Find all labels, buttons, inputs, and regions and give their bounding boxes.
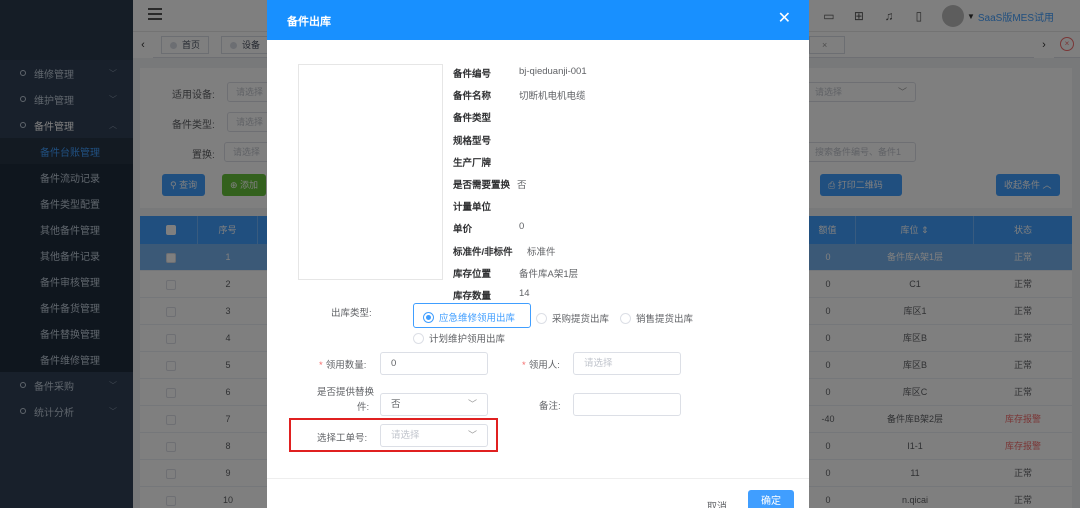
qty-label: * 领用数量:: [319, 357, 366, 371]
receiver-label-text: 领用人:: [528, 360, 560, 371]
radio-circle: [536, 312, 547, 324]
info-key: 备件编号: [453, 69, 492, 80]
radio-sales-pickup[interactable]: 销售提货出库: [620, 311, 693, 325]
info-value: 0: [519, 221, 525, 233]
required-mark: *: [522, 360, 526, 371]
info-key: 计量单位: [453, 202, 492, 214]
required-mark: *: [319, 360, 323, 371]
remark-input[interactable]: [573, 393, 681, 416]
radio-purchase-pickup[interactable]: 采购提货出库: [536, 311, 609, 325]
chevron-down-icon: ﹀: [467, 430, 477, 440]
close-icon[interactable]: ✕: [778, 11, 791, 27]
info-key: 库存数量: [453, 291, 492, 302]
radio-circle: [413, 332, 424, 344]
work-order-label: 选择工单号:: [317, 433, 368, 444]
chevron-down-icon: ﹀: [467, 399, 477, 409]
info-key: 备件名称: [453, 91, 492, 103]
radio-circle: [423, 311, 434, 323]
info-value: bj-qieduanji-001: [519, 66, 587, 77]
radio-planned-maintenance[interactable]: 计划维护领用出库: [413, 331, 505, 345]
info-key: 是否需要置换: [453, 180, 511, 191]
dialog-title: 备件出库: [287, 16, 331, 28]
info-value: 标准件: [527, 246, 556, 258]
work-order-select[interactable]: 请选择 ﹀: [380, 424, 488, 447]
qty-input[interactable]: 0: [380, 352, 488, 375]
radio-label: 采购提货出库: [552, 314, 610, 325]
radio-label: 销售提货出库: [636, 314, 694, 325]
info-key: 库存位置: [453, 268, 492, 280]
info-key: 规格型号: [453, 135, 492, 147]
radio-circle: [620, 312, 631, 324]
receiver-select[interactable]: 请选择: [573, 352, 681, 375]
ok-button[interactable]: 确定: [748, 490, 794, 508]
cancel-button[interactable]: 取消: [707, 498, 727, 508]
receiver-label: * 领用人:: [522, 357, 560, 371]
radio-emergency-repair[interactable]: 应急维修领用出库: [423, 310, 515, 324]
dialog-footer: [267, 478, 809, 508]
outbound-type-label: 出库类型:: [331, 308, 372, 319]
radio-label: 计划维护领用出库: [429, 334, 506, 345]
provide-replace-value: 否: [391, 399, 401, 410]
spare-part-outbound-dialog: 备件出库 ✕ 备件编号 bj-qieduanji-001 备件名称 切断机电机电缆 备件…: [267, 0, 809, 508]
provide-replace-label-2: 件:: [357, 402, 370, 413]
provide-replace-select[interactable]: 否 ﹀: [380, 393, 488, 416]
info-value: 备件库A架1层: [519, 268, 579, 280]
app-root: 维修管理﹀ 维护管理﹀ 备件管理︿ 备件台账管理 备件流动记录 备件类型配置 其…: [0, 0, 1080, 508]
info-key: 生产厂牌: [453, 157, 492, 169]
spare-part-image: [298, 64, 443, 280]
info-key: 备件类型: [453, 113, 492, 125]
remark-label: 备注:: [539, 401, 561, 412]
radio-label: 应急维修领用出库: [439, 313, 516, 324]
work-order-placeholder: 请选择: [391, 430, 420, 441]
dialog-header: 备件出库 ✕: [267, 0, 809, 40]
info-key: 单价: [453, 224, 473, 236]
provide-replace-label-1: 是否提供替换: [317, 387, 375, 398]
info-value: 14: [519, 288, 530, 299]
info-value: 切断机电机电缆: [519, 91, 586, 103]
info-key: 标准件/非标件: [453, 246, 513, 258]
qty-label-text: 领用数量:: [325, 360, 367, 371]
info-value: 否: [517, 180, 527, 191]
